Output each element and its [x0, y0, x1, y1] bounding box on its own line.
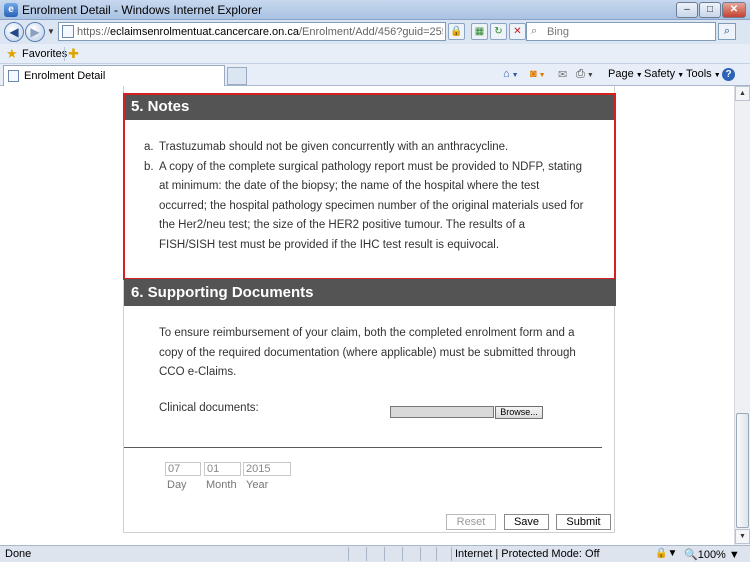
note-item: a. Trastuzumab should not be given concu…	[144, 138, 584, 158]
url-path: /Enrolment/Add/456?guid=2552d3b9-c795-47	[298, 26, 443, 38]
new-tab-button[interactable]	[227, 67, 247, 85]
submit-button[interactable]: Submit	[556, 514, 611, 530]
year-label: Year	[246, 479, 269, 491]
search-input[interactable]	[547, 25, 712, 38]
safety-menu-label: Safety	[644, 68, 676, 80]
forward-button[interactable]: ▶	[25, 22, 45, 42]
supporting-documents-intro: To ensure reimbursement of your claim, b…	[159, 327, 576, 378]
chevron-down-icon: ▼	[713, 72, 721, 79]
search-box[interactable]: ⌕	[526, 22, 716, 41]
minimize-button[interactable]: –	[676, 2, 698, 18]
status-panel	[436, 547, 452, 561]
status-panel	[402, 547, 418, 561]
tab-label: Enrolment Detail	[24, 70, 106, 82]
protected-mode-icon[interactable]: 🔒▼	[655, 548, 677, 559]
status-panel	[384, 547, 400, 561]
feeds-icon[interactable]: ◙ ▼	[530, 68, 546, 80]
back-button[interactable]: ◀	[4, 22, 24, 42]
month-input[interactable]: 01	[204, 462, 241, 476]
security-zone[interactable]: Internet | Protected Mode: Off	[455, 548, 600, 560]
enrolment-form: 5. Notes a. Trastuzumab should not be gi…	[123, 86, 616, 533]
help-icon[interactable]: ?	[722, 68, 735, 81]
browser-viewport: 5. Notes a. Trastuzumab should not be gi…	[0, 86, 750, 545]
supporting-documents-heading: 6. Supporting Documents	[124, 279, 616, 306]
recent-pages-dropdown-icon[interactable]: ▼	[47, 27, 55, 36]
status-panel	[420, 547, 436, 561]
title-bar: e Enrolment Detail - Windows Internet Ex…	[0, 0, 750, 20]
chevron-down-icon: ▼	[635, 72, 643, 79]
reset-button[interactable]: Reset	[446, 514, 496, 530]
tab-enrolment-detail[interactable]: Enrolment Detail	[3, 65, 225, 86]
note-item: b. A copy of the complete surgical patho…	[144, 158, 584, 256]
status-bar: Done Internet | Protected Mode: Off 🔒▼ 🔍…	[0, 545, 750, 562]
favorites-separator	[64, 47, 65, 61]
refresh-icon[interactable]: ↻	[490, 23, 507, 40]
scroll-down-arrow-icon[interactable]: ▼	[735, 529, 750, 544]
clinical-documents-label: Clinical documents:	[159, 402, 259, 414]
year-input[interactable]: 2015	[243, 462, 291, 476]
stop-icon[interactable]: ✕	[509, 23, 526, 40]
address-toolbar: ◀ ▶ ▼ https://eclaimsenrolmentuat.cancer…	[0, 20, 750, 44]
safety-menu[interactable]: Safety ▼	[644, 68, 684, 80]
window-title: Enrolment Detail - Windows Internet Expl…	[22, 3, 263, 17]
compatibility-view-icon[interactable]: ▦	[471, 23, 488, 40]
status-panel	[366, 547, 382, 561]
maximize-button[interactable]: □	[699, 2, 721, 18]
url-text[interactable]: https://eclaimsenrolmentuat.cancercare.o…	[77, 26, 443, 38]
month-label: Month	[206, 479, 237, 491]
url-domain: eclaimsenrolmentuat.cancercare.on.ca	[110, 26, 299, 38]
zoom-level: 100%	[697, 549, 726, 561]
mail-icon[interactable]: ✉	[558, 68, 567, 81]
note-marker: b.	[144, 160, 154, 173]
clinical-documents-file-field[interactable]	[390, 406, 494, 418]
command-bar: Enrolment Detail ⌂ ▼ ◙ ▼ ✉ ⎙ ▼ Page ▼ Safety…	[0, 64, 750, 86]
url-protocol: https://	[77, 26, 111, 38]
day-input[interactable]: 07	[165, 462, 201, 476]
scroll-up-arrow-icon[interactable]: ▲	[735, 86, 750, 101]
note-text: Trastuzumab should not be given concurre…	[159, 141, 509, 153]
print-icon[interactable]: ⎙ ▼	[576, 68, 594, 81]
favorites-button[interactable]: Favorites	[22, 48, 67, 60]
page-icon	[8, 70, 19, 82]
page-menu-label: Page	[608, 68, 634, 80]
note-text: A copy of the complete surgical patholog…	[159, 160, 584, 251]
zone-separator	[451, 547, 452, 561]
page-icon	[62, 25, 74, 38]
browse-button[interactable]: Browse...	[495, 406, 543, 419]
add-to-favorites-bar-icon[interactable]: ✚	[68, 46, 79, 62]
bing-search-icon: ⌕	[531, 25, 538, 37]
day-label: Day	[167, 479, 187, 491]
note-marker: a.	[144, 141, 154, 153]
notes-list: a. Trastuzumab should not be given concu…	[144, 138, 584, 255]
search-button[interactable]: ⌕	[718, 23, 736, 40]
ie-logo-icon: e	[4, 3, 18, 17]
save-button[interactable]: Save	[504, 514, 549, 530]
favorites-star-icon[interactable]: ★	[6, 46, 18, 62]
chevron-down-icon: ▼	[677, 72, 685, 79]
tools-menu[interactable]: Tools ▼	[686, 68, 721, 80]
zoom-control[interactable]: 🔍100% ▼	[684, 548, 740, 561]
tools-menu-label: Tools	[686, 68, 712, 80]
close-button[interactable]: ✕	[722, 2, 746, 18]
divider	[124, 447, 602, 448]
lock-icon[interactable]: 🔒	[448, 23, 465, 40]
status-panel	[348, 547, 364, 561]
address-bar[interactable]: https://eclaimsenrolmentuat.cancercare.o…	[58, 22, 446, 41]
vertical-scrollbar[interactable]: ▲ ▼	[734, 86, 750, 545]
home-icon[interactable]: ⌂ ▼	[503, 68, 519, 80]
scrollbar-thumb[interactable]	[736, 413, 749, 528]
favorites-bar: ★ Favorites ✚	[0, 44, 750, 64]
status-text: Done	[5, 548, 32, 560]
page-menu[interactable]: Page ▼	[608, 68, 643, 80]
